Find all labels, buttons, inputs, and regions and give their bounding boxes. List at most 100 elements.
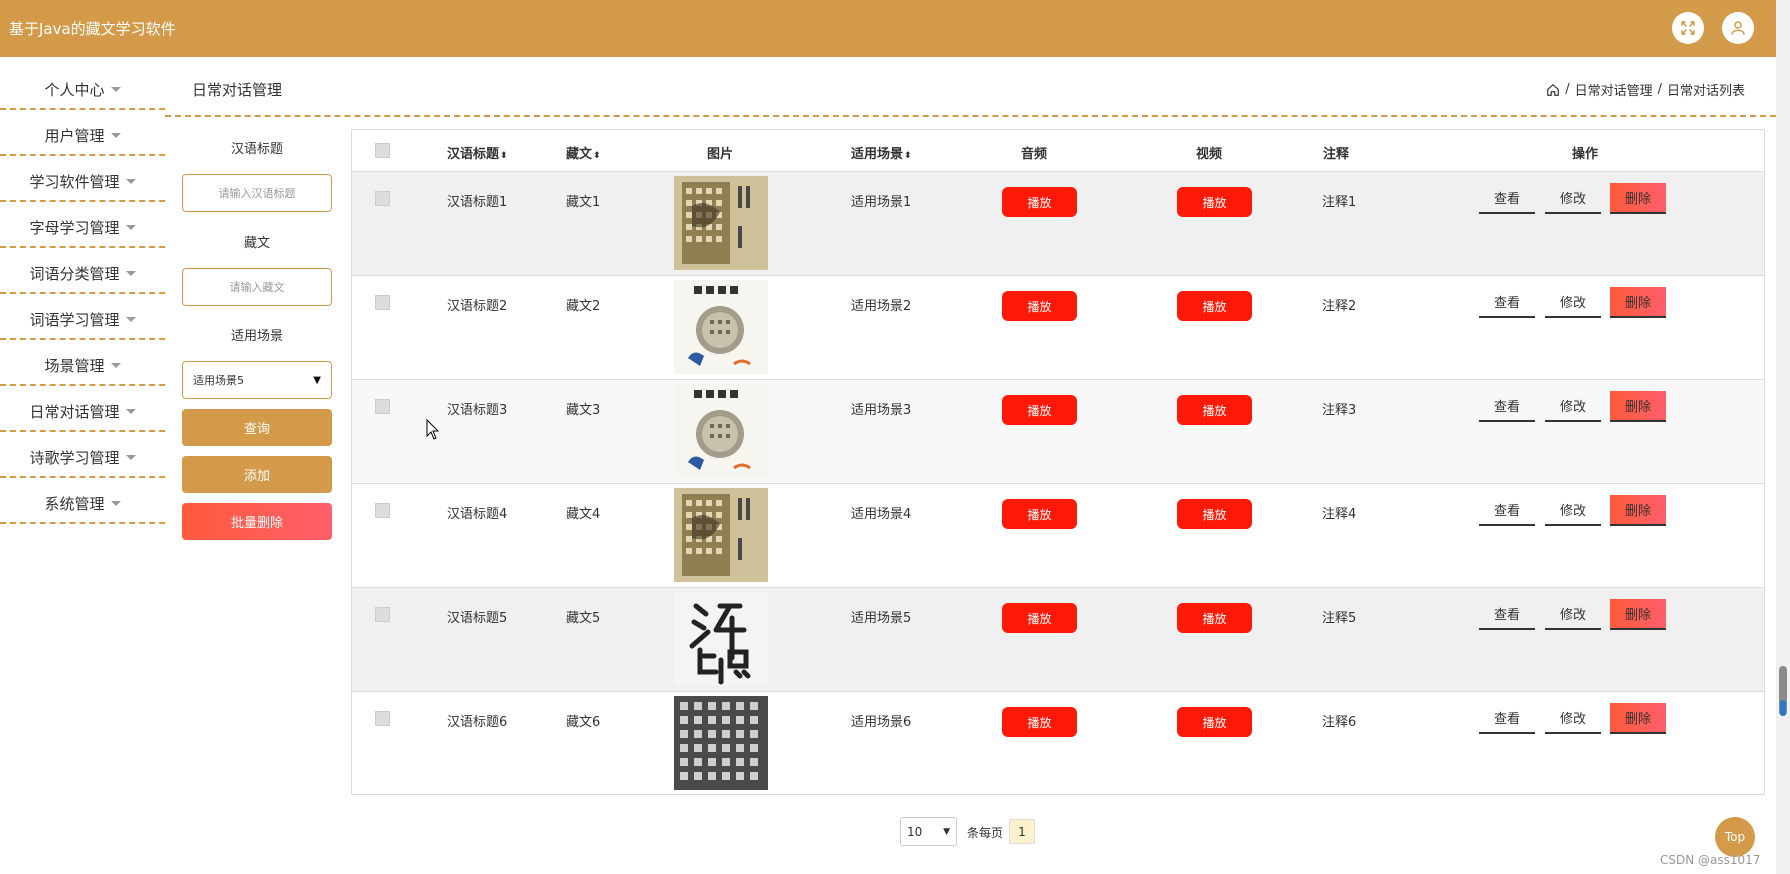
video-play-button[interactable]: 播放: [1177, 187, 1252, 217]
scene-select-value: 适用场景5: [193, 374, 244, 387]
sidebar-item-word-categories[interactable]: 词语分类管理: [0, 254, 165, 294]
caret-down-icon: [110, 362, 121, 368]
edit-button[interactable]: 修改: [1545, 287, 1601, 318]
video-play-button[interactable]: 播放: [1177, 603, 1252, 633]
row-image-book-cover-gold: [674, 488, 768, 582]
audio-play-button[interactable]: 播放: [1002, 291, 1077, 321]
user-icon: [1731, 21, 1745, 35]
query-button[interactable]: 查询: [182, 409, 332, 446]
table-row: 汉语标题2 藏文2 适用场景2 播放 播放 注释2 查看 修改 删除: [352, 276, 1764, 380]
sidebar-item-users[interactable]: 用户管理: [0, 116, 165, 156]
edit-button[interactable]: 修改: [1545, 391, 1601, 422]
col-video-header: 视频: [1196, 147, 1223, 162]
delete-button[interactable]: 删除: [1610, 391, 1666, 422]
top-bar: 基于Java的藏文学习软件: [0, 0, 1776, 57]
breadcrumb: / 日常对话管理 / 日常对话列表: [1546, 80, 1745, 99]
col-zangwen-header[interactable]: 藏文⬍: [566, 143, 601, 162]
scrollbar-knob: [1780, 700, 1786, 716]
add-button[interactable]: 添加: [182, 456, 332, 493]
user-button[interactable]: [1722, 12, 1754, 44]
sidebar-item-label: 场景管理: [44, 356, 105, 375]
col-scene-header[interactable]: 适用场景⬍: [851, 143, 912, 162]
sidebar-item-software[interactable]: 学习软件管理: [0, 162, 165, 202]
video-play-button[interactable]: 播放: [1177, 395, 1252, 425]
audio-play-button[interactable]: 播放: [1002, 603, 1077, 633]
page-size-value: 10: [907, 824, 923, 839]
row-title: 汉语标题5: [447, 611, 508, 626]
sidebar-item-system[interactable]: 系统管理: [0, 484, 165, 524]
row-checkbox[interactable]: [375, 295, 390, 310]
row-note: 注释3: [1322, 403, 1357, 418]
row-note: 注释2: [1322, 299, 1357, 314]
edit-button[interactable]: 修改: [1545, 703, 1601, 734]
col-note-header: 注释: [1323, 147, 1350, 162]
row-note: 注释4: [1322, 507, 1357, 522]
scene-select[interactable]: 适用场景5 ▼: [182, 361, 332, 399]
row-scene: 适用场景5: [851, 611, 912, 626]
row-image-book-cover-white: [674, 384, 768, 478]
sidebar-item-scenes[interactable]: 场景管理: [0, 346, 165, 386]
sidebar-item-word-learning[interactable]: 词语学习管理: [0, 300, 165, 340]
row-scene: 适用场景2: [851, 299, 912, 314]
row-note: 注释1: [1322, 195, 1357, 210]
dropdown-arrow-icon: ▼: [313, 374, 321, 386]
table-row: 汉语标题4 藏文4 适用场景4 播放 播放 注释4 查看 修改 删除: [352, 484, 1764, 588]
audio-play-button[interactable]: 播放: [1002, 187, 1077, 217]
audio-play-button[interactable]: 播放: [1002, 395, 1077, 425]
select-all-checkbox[interactable]: [375, 143, 390, 158]
row-image-calligraphy: [674, 592, 768, 686]
view-button[interactable]: 查看: [1479, 391, 1535, 422]
delete-button[interactable]: 删除: [1610, 599, 1666, 630]
row-checkbox[interactable]: [375, 399, 390, 414]
sidebar-item-dialogue[interactable]: 日常对话管理: [0, 392, 165, 432]
edit-button[interactable]: 修改: [1545, 599, 1601, 630]
col-actions-header: 操作: [1572, 147, 1599, 162]
audio-play-button[interactable]: 播放: [1002, 707, 1077, 737]
sidebar-item-personal-center[interactable]: 个人中心: [0, 70, 165, 110]
view-button[interactable]: 查看: [1479, 703, 1535, 734]
sort-icon[interactable]: ⬍: [593, 151, 601, 161]
row-checkbox[interactable]: [375, 711, 390, 726]
page-size-select[interactable]: 10 ▼: [900, 817, 957, 846]
home-icon[interactable]: [1546, 83, 1560, 97]
view-button[interactable]: 查看: [1479, 599, 1535, 630]
sort-icon[interactable]: ⬍: [904, 151, 912, 161]
video-play-button[interactable]: 播放: [1177, 291, 1252, 321]
edit-button[interactable]: 修改: [1545, 183, 1601, 214]
video-play-button[interactable]: 播放: [1177, 499, 1252, 529]
sort-icon[interactable]: ⬍: [500, 151, 508, 161]
per-page-label: 条每页: [967, 826, 1004, 840]
batch-delete-button[interactable]: 批量删除: [182, 503, 332, 540]
sidebar-item-poetry[interactable]: 诗歌学习管理: [0, 438, 165, 478]
delete-button[interactable]: 删除: [1610, 183, 1666, 214]
vertical-scrollbar[interactable]: [1776, 0, 1790, 874]
back-to-top-button[interactable]: Top: [1715, 817, 1755, 857]
hanyu-title-input[interactable]: [182, 174, 332, 212]
fullscreen-button[interactable]: [1672, 12, 1704, 44]
sidebar-item-letters[interactable]: 字母学习管理: [0, 208, 165, 248]
caret-down-icon: [110, 500, 121, 506]
sidebar-item-label: 系统管理: [44, 494, 105, 513]
row-checkbox[interactable]: [375, 607, 390, 622]
zangwen-input[interactable]: [182, 268, 332, 306]
view-button[interactable]: 查看: [1479, 183, 1535, 214]
row-image-stone-rubbing: [674, 696, 768, 790]
view-button[interactable]: 查看: [1479, 287, 1535, 318]
table-row: 汉语标题6 藏文6 适用场景6 播放 播放 注释6 查看 修改 删除: [352, 692, 1764, 796]
delete-button[interactable]: 删除: [1610, 287, 1666, 318]
view-button[interactable]: 查看: [1479, 495, 1535, 526]
delete-button[interactable]: 删除: [1610, 495, 1666, 526]
row-title: 汉语标题2: [447, 299, 508, 314]
delete-button[interactable]: 删除: [1610, 703, 1666, 734]
row-checkbox[interactable]: [375, 191, 390, 206]
audio-play-button[interactable]: 播放: [1002, 499, 1077, 529]
page-number-button[interactable]: 1: [1009, 819, 1035, 844]
col-title-header[interactable]: 汉语标题⬍: [447, 143, 508, 162]
dropdown-arrow-icon: ▼: [943, 826, 950, 837]
row-checkbox[interactable]: [375, 503, 390, 518]
breadcrumb-level1[interactable]: 日常对话管理: [1575, 80, 1653, 99]
edit-button[interactable]: 修改: [1545, 495, 1601, 526]
row-title: 汉语标题6: [447, 715, 508, 730]
sidebar-item-label: 词语分类管理: [29, 264, 120, 283]
video-play-button[interactable]: 播放: [1177, 707, 1252, 737]
